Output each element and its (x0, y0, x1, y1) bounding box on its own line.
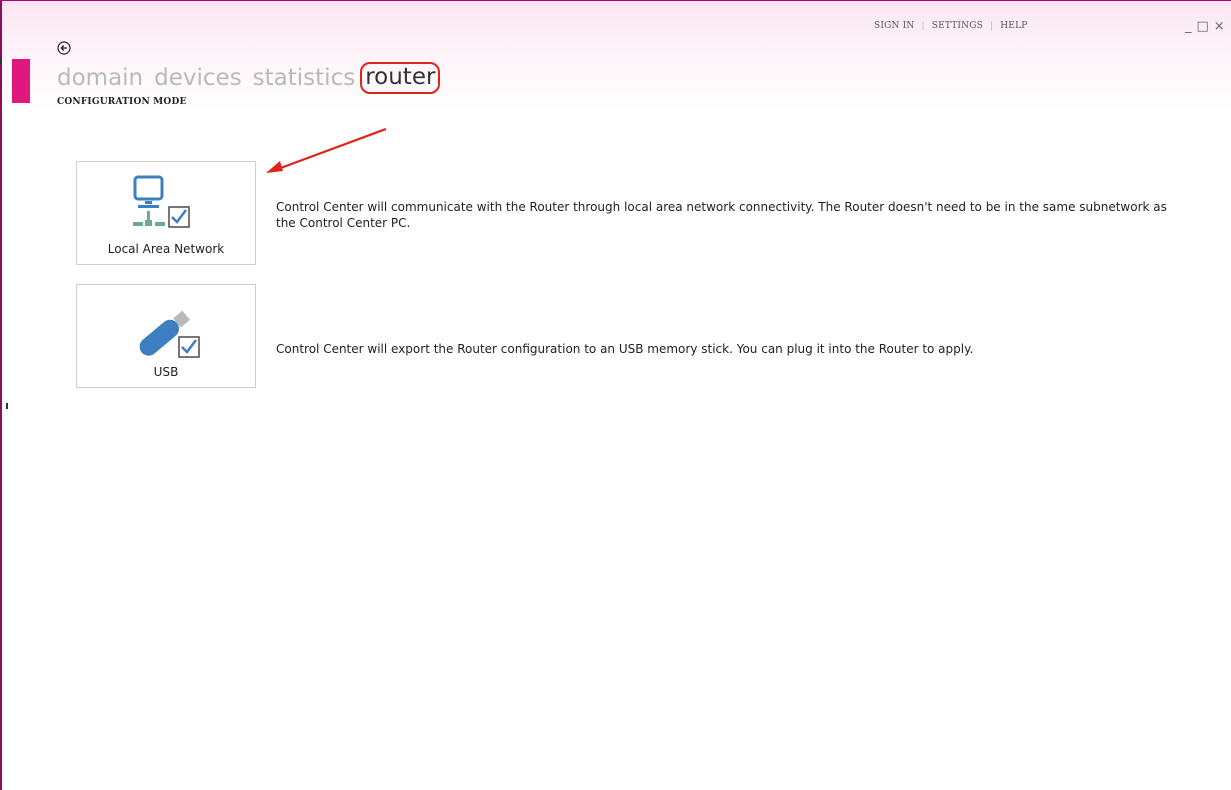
usb-stick-icon (139, 310, 200, 358)
window-controls: _ □ × (1185, 20, 1225, 34)
menu-separator: | (921, 21, 925, 31)
top-menu: SIGN IN | SETTINGS | HELP (874, 21, 1028, 31)
lan-option-label: Local Area Network (107, 242, 225, 256)
annotation-arrow (266, 127, 387, 173)
help-link[interactable]: HELP (1000, 21, 1027, 31)
nav-domain[interactable]: domain (57, 65, 143, 91)
lan-computer-icon (133, 175, 190, 228)
menu-separator: | (990, 21, 994, 31)
settings-link[interactable]: SETTINGS (932, 21, 983, 31)
app-window: SIGN IN | SETTINGS | HELP _ □ × domain d… (0, 0, 1231, 790)
main-nav: domain devices statistics router (57, 62, 451, 94)
nav-statistics[interactable]: statistics (253, 65, 356, 91)
accent-bar (12, 59, 30, 103)
minimize-button[interactable]: _ (1185, 20, 1192, 34)
page-title: CONFIGURATION MODE (57, 97, 187, 107)
lan-option-description: Control Center will communicate with the… (276, 200, 1167, 230)
lan-option-tile[interactable]: Local Area Network (76, 161, 256, 265)
back-arrow-icon[interactable] (57, 41, 71, 55)
usb-option-description: Control Center will export the Router co… (276, 342, 974, 356)
maximize-button[interactable]: □ (1197, 20, 1209, 34)
nav-devices[interactable]: devices (154, 65, 242, 91)
sign-in-link[interactable]: SIGN IN (874, 21, 914, 31)
usb-option-label: USB (153, 365, 179, 379)
close-button[interactable]: × (1214, 20, 1225, 34)
nav-router[interactable]: router (360, 62, 441, 94)
window-edge-mark (0, 58, 2, 64)
window-edge-mark (6, 403, 8, 409)
usb-option-tile[interactable]: USB (76, 284, 256, 388)
